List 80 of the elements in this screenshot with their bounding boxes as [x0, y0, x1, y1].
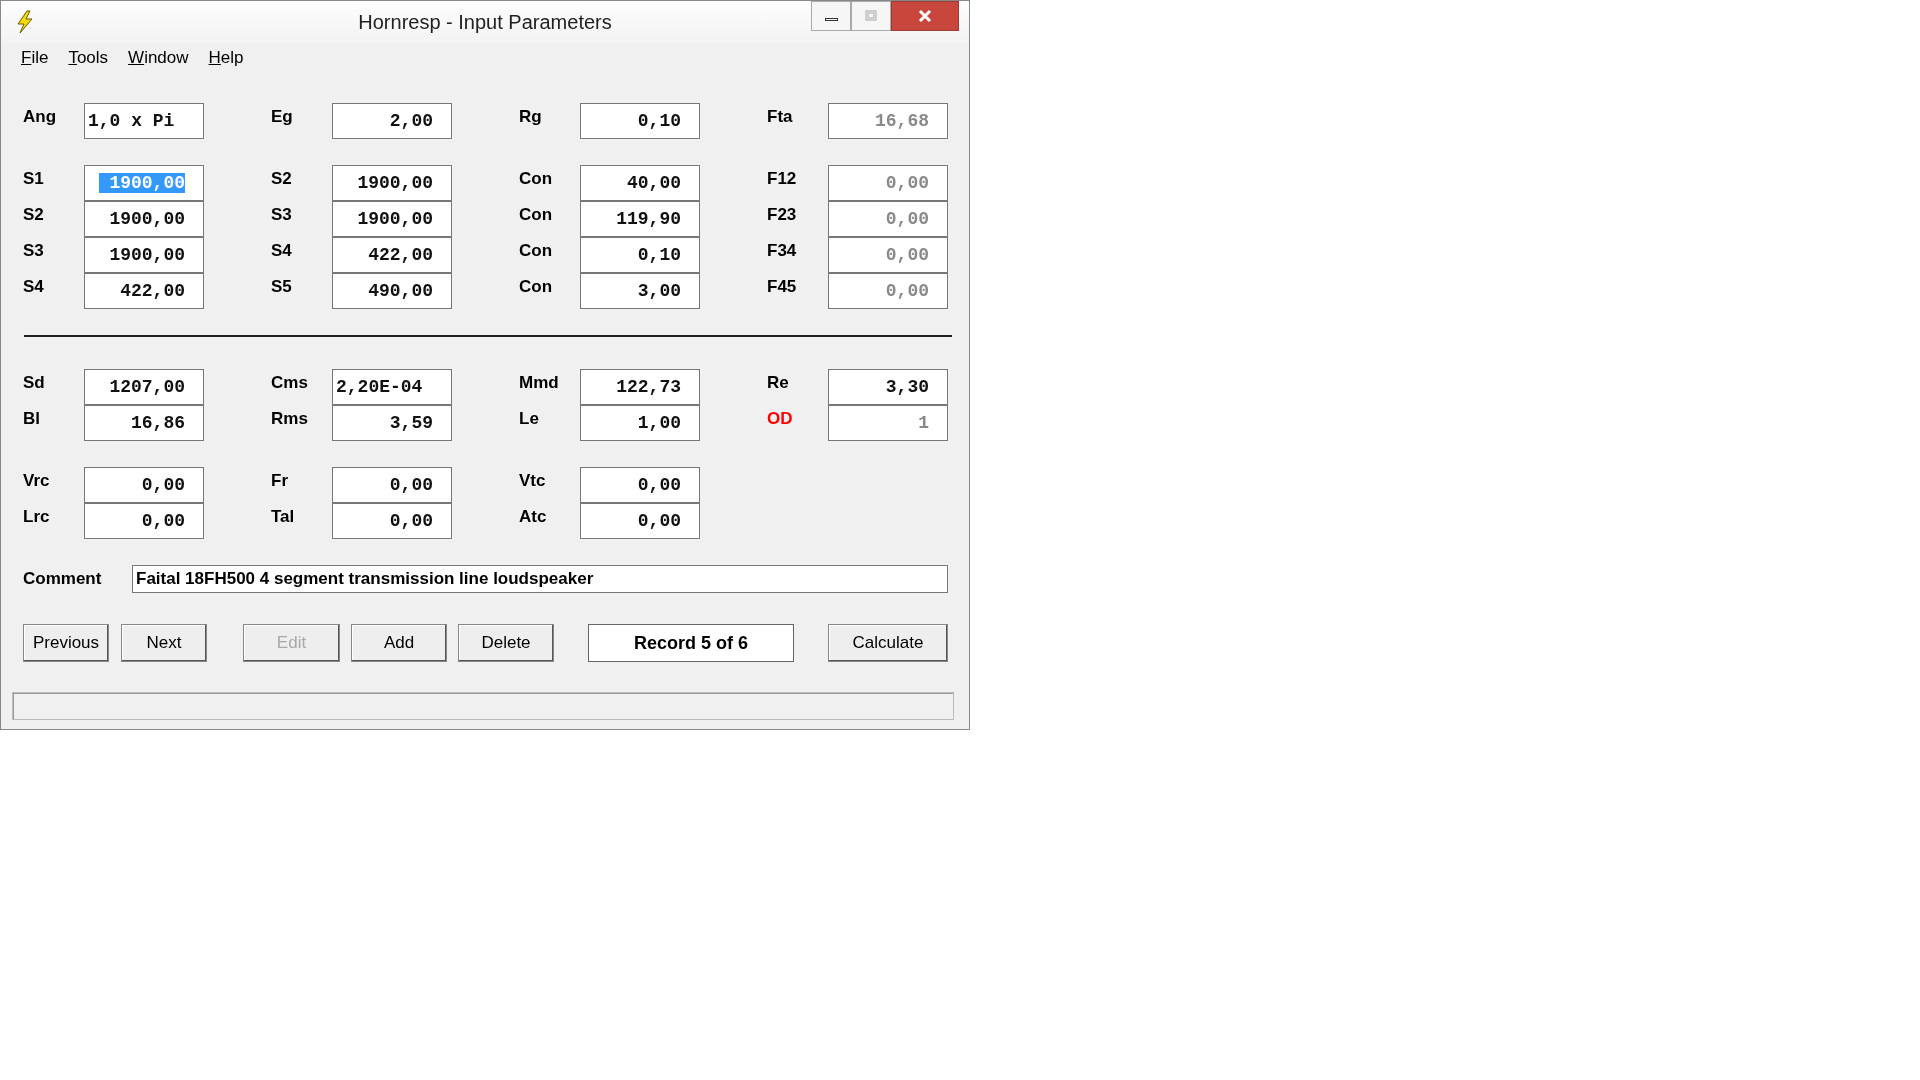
field-label: Rg: [519, 106, 543, 128]
menu-item[interactable]: File: [21, 48, 49, 68]
minimize-button[interactable]: [811, 1, 851, 31]
field-label: Con: [519, 240, 554, 262]
input-field[interactable]: 2,00: [332, 103, 452, 139]
field-label: F12: [767, 168, 798, 190]
input-field[interactable]: 0,00: [84, 503, 204, 539]
field-label: F23: [767, 204, 798, 226]
push-button[interactable]: Next: [121, 624, 207, 662]
input-field[interactable]: 1207,00: [84, 369, 204, 405]
input-field[interactable]: 1,00: [580, 405, 700, 441]
input-field[interactable]: 0,00: [580, 467, 700, 503]
field-label: Con: [519, 276, 554, 298]
field-label: S2: [271, 168, 293, 190]
field-label: S2: [23, 204, 45, 226]
menu-item[interactable]: Tools: [68, 48, 109, 68]
minimize-icon: [824, 17, 838, 21]
field-label: F45: [767, 276, 798, 298]
input-field[interactable]: 122,73: [580, 369, 700, 405]
input-field[interactable]: 1900,00: [332, 201, 452, 237]
input-field[interactable]: 490,00: [332, 273, 452, 309]
push-button[interactable]: Previous: [23, 624, 109, 662]
field-label: Mmd: [519, 372, 560, 394]
field-label: Fta: [767, 106, 794, 128]
input-field[interactable]: 40,00: [580, 165, 700, 201]
field-label: Fr: [271, 470, 289, 492]
field-label: Vtc: [519, 470, 547, 492]
restore-icon: [863, 9, 879, 23]
field-label: OD: [767, 408, 794, 430]
field-label: Cms: [271, 372, 309, 394]
menu-item[interactable]: Window: [128, 48, 189, 68]
field-label: S3: [271, 204, 293, 226]
field-label: S4: [23, 276, 45, 298]
field-label: Con: [519, 168, 554, 190]
field-label: Vrc: [23, 470, 51, 492]
comment-label: Comment: [23, 569, 103, 589]
field-label: S5: [271, 276, 293, 298]
input-field[interactable]: 3,30: [828, 369, 948, 405]
field-label: Ang: [23, 106, 58, 128]
input-field[interactable]: 119,90: [580, 201, 700, 237]
input-field[interactable]: 1900,00: [84, 201, 204, 237]
input-field[interactable]: 0,00: [84, 467, 204, 503]
input-field[interactable]: 1,0 x Pi: [84, 103, 204, 139]
field-label: Con: [519, 204, 554, 226]
field-label: Eg: [271, 106, 294, 128]
input-field[interactable]: 2,20E-04: [332, 369, 452, 405]
field-label: Tal: [271, 506, 296, 528]
input-field[interactable]: 0,10: [580, 237, 700, 273]
input-field[interactable]: 0,10: [580, 103, 700, 139]
input-field[interactable]: 0,00: [580, 503, 700, 539]
push-button[interactable]: Add: [351, 624, 447, 662]
field-label: Le: [519, 408, 540, 430]
field-label: Re: [767, 372, 790, 394]
input-field[interactable]: 3,00: [580, 273, 700, 309]
input-field[interactable]: 422,00: [332, 237, 452, 273]
push-button[interactable]: Delete: [458, 624, 554, 662]
field-label: Lrc: [23, 506, 51, 528]
window-title: Hornresp - Input Parameters: [357, 11, 613, 34]
record-display: Record 5 of 6: [588, 624, 794, 662]
menu-item[interactable]: Help: [208, 48, 244, 68]
field-label: F34: [767, 240, 798, 262]
input-field[interactable]: 0,00: [332, 467, 452, 503]
field-label: S1: [23, 168, 45, 190]
push-button[interactable]: Calculate: [828, 624, 948, 662]
lightning-icon: [15, 10, 35, 34]
field-label: Sd: [23, 372, 46, 394]
input-field[interactable]: 1900,00: [84, 237, 204, 273]
field-label: S4: [271, 240, 293, 262]
input-field[interactable]: 422,00: [84, 273, 204, 309]
comment-field[interactable]: Faital 18FH500 4 segment transmission line loudspeaker: [132, 565, 948, 593]
input-field[interactable]: 3,59: [332, 405, 452, 441]
field-label: S3: [23, 240, 45, 262]
close-icon: [917, 9, 933, 23]
input-field[interactable]: 1900,00: [332, 165, 452, 201]
field-label: Bl: [23, 408, 41, 430]
close-button[interactable]: [891, 1, 959, 31]
input-field[interactable]: 16,86: [84, 405, 204, 441]
input-field[interactable]: 0,00: [332, 503, 452, 539]
field-label: Rms: [271, 408, 309, 430]
field-label: Atc: [519, 506, 548, 528]
